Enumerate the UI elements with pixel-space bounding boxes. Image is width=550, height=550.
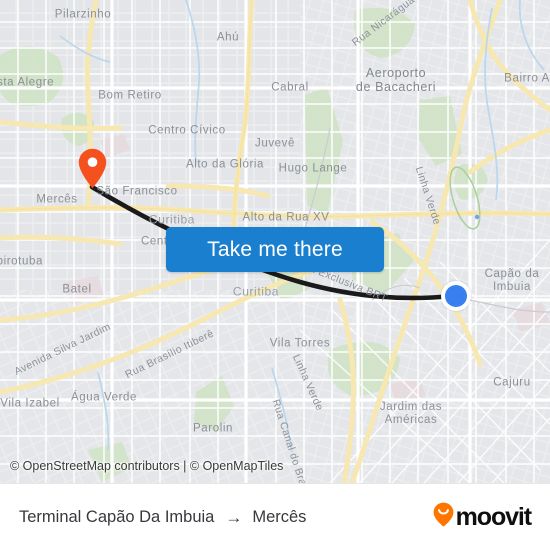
route-arrow-icon: → — [225, 507, 243, 527]
route-destination: Mercês — [252, 507, 307, 526]
moovit-route-map-screen: Pilarzinho Ahú Aeroporto de Bacacheri Bairr… — [0, 0, 550, 550]
take-me-there-label: Take me there — [207, 237, 343, 261]
route-summary: Terminal Capão Da Imbuia → Mercês — [19, 508, 306, 527]
origin-dot-marker[interactable] — [441, 281, 471, 311]
map-canvas[interactable]: Pilarzinho Ahú Aeroporto de Bacacheri Bairr… — [0, 0, 550, 483]
map-attribution[interactable]: © OpenStreetMap contributors | © OpenMap… — [10, 459, 283, 473]
moovit-pin-icon — [433, 502, 454, 532]
moovit-logo[interactable]: moovit — [433, 502, 532, 532]
take-me-there-button[interactable]: Take me there — [166, 227, 384, 272]
map-pin-icon — [78, 148, 107, 189]
origin-dot-inner — [445, 285, 467, 307]
route-origin: Terminal Capão Da Imbuia — [19, 507, 215, 526]
moovit-wordmark: moovit — [455, 502, 532, 531]
destination-pin-marker[interactable] — [78, 148, 107, 189]
footer-bar: Terminal Capão Da Imbuia → Mercês moovit — [0, 483, 550, 550]
